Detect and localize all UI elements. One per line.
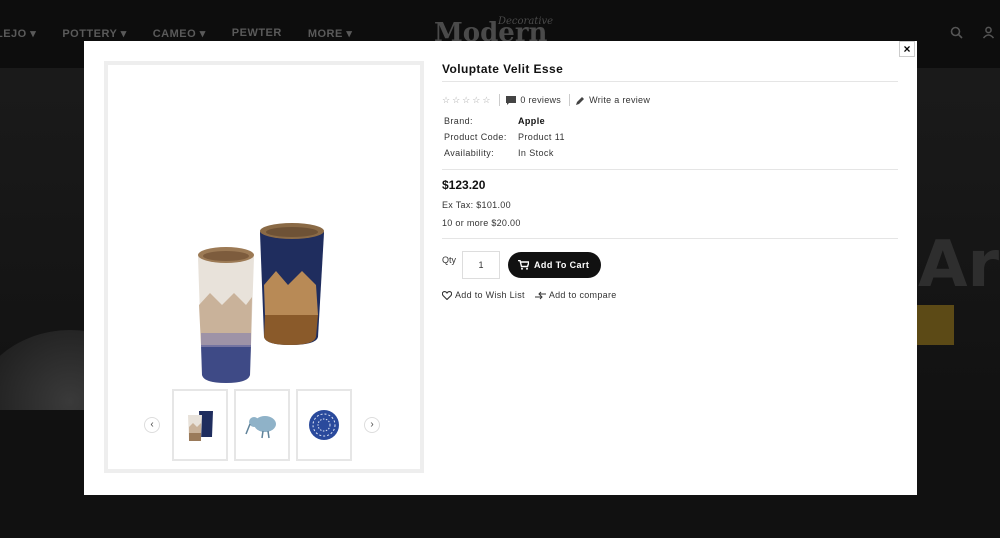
info-value: Product 11 [518,132,565,142]
product-info-table: Brand: Apple Product Code: Product 11 Av… [442,113,898,161]
reviews-count: 0 reviews [520,95,562,105]
star-icon: ☆ [462,94,472,105]
rating-row: ☆ ☆ ☆ ☆ ☆ 0 reviews Write a review [442,93,898,107]
info-row-availability: Availability: In Stock [442,145,898,161]
write-review-link[interactable]: Write a review [576,95,650,105]
product-title: Voluptate Velit Esse [442,62,564,76]
nav-item-lejo[interactable]: LEJO ▾ [0,27,36,40]
nav-item-cameo[interactable]: CAMEO ▾ [153,27,206,40]
chevron-left-icon[interactable]: ‹ [144,417,160,433]
cart-icon [518,260,530,270]
brand-link[interactable]: Apple [518,116,545,126]
buy-row: Qty Add To Cart [442,251,898,279]
user-icon[interactable] [982,26,996,40]
compare-label: Add to compare [548,290,617,300]
logo-sub-text: Decorative [498,16,554,27]
thumbnail-row [172,389,352,461]
add-to-cart-button[interactable]: Add To Cart [508,252,602,278]
info-value: In Stock [518,148,554,158]
nav-item-more[interactable]: MORE ▾ [308,27,353,40]
write-review-label: Write a review [589,95,651,105]
chevron-right-icon[interactable]: › [364,417,380,433]
product-gallery: ‹ › [104,61,424,473]
reviews-link[interactable]: 0 reviews [506,95,561,105]
separator [569,94,571,106]
add-to-cart-label: Add To Cart [534,260,590,270]
add-to-compare-link[interactable]: Add to compare [534,290,617,300]
discount-price: 10 or more $20.00 [442,218,521,228]
thumbnail-blue-plate[interactable] [296,389,352,461]
comment-icon [506,95,517,105]
star-rating: ☆ ☆ ☆ ☆ ☆ [442,95,491,106]
product-main-image[interactable] [168,205,368,405]
search-icon[interactable] [950,26,964,40]
nav-item-pewter[interactable]: PEWTER [232,27,282,40]
divider [442,238,898,239]
product-details: Voluptate Velit Esse ☆ ☆ ☆ ☆ ☆ 0 reviews… [442,61,898,300]
product-price: $123.20 [442,178,486,192]
qty-label: Qty [442,255,457,265]
main-nav: LEJO ▾ POTTERY ▾ CAMEO ▾ PEWTER MORE ▾ [0,27,378,40]
thumbnail-cups[interactable] [172,389,228,461]
star-icon: ☆ [442,94,452,105]
header-icons [950,26,996,40]
pencil-icon [576,96,585,105]
compare-icon [534,291,546,299]
info-key: Product Code: [444,132,507,142]
star-icon: ☆ [472,94,482,105]
info-row-product-code: Product Code: Product 11 [442,129,898,145]
close-button[interactable]: × [899,41,915,57]
add-to-wishlist-link[interactable]: Add to Wish List [442,290,525,300]
divider [442,81,898,82]
info-key: Brand: [444,116,473,126]
thumbnail-strip: ‹ › [144,389,380,461]
separator [499,94,501,106]
hero-text: Art [918,228,1000,302]
nav-item-pottery[interactable]: POTTERY ▾ [62,27,126,40]
thumbnail-kiwi-bird[interactable] [234,389,290,461]
quantity-input[interactable] [462,251,501,279]
star-icon: ☆ [452,94,462,105]
heart-icon [442,290,452,300]
info-key: Availability: [444,148,495,158]
star-icon: ☆ [482,94,492,105]
ex-tax-price: Ex Tax: $101.00 [442,200,511,210]
secondary-actions: Add to Wish List Add to compare [442,290,898,300]
info-row-brand: Brand: Apple [442,113,898,129]
quick-view-modal: × ‹ › Voluptate Velit Esse ☆ ☆ ☆ ☆ ☆ 0 r… [84,41,917,495]
wishlist-label: Add to Wish List [455,290,525,300]
